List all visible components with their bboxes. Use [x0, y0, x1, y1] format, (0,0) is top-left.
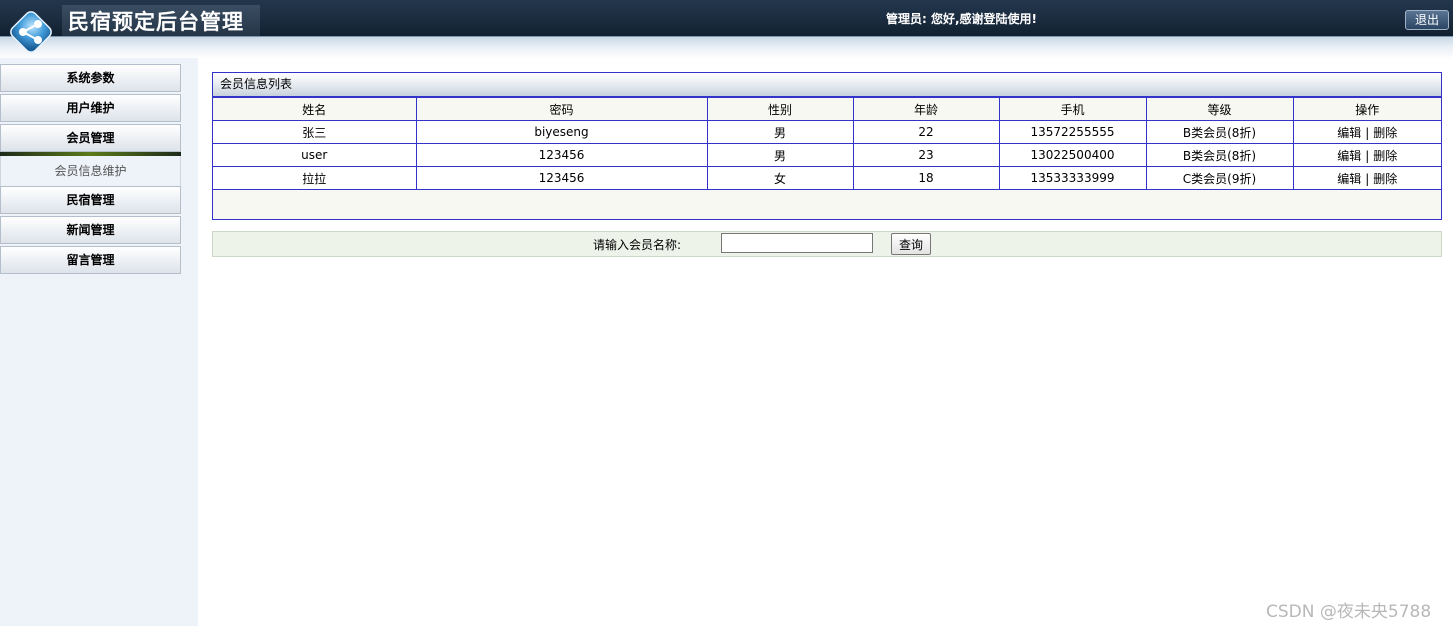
- cell-phone: 13572255555: [998, 120, 1147, 144]
- member-name-search-input[interactable]: [721, 233, 873, 253]
- cell-age: 23: [852, 143, 1000, 167]
- cell-actions: 编辑 | 删除: [1292, 143, 1441, 167]
- cell-age: 22: [852, 120, 1000, 144]
- sidebar-item-homestay-management[interactable]: 民宿管理: [0, 186, 181, 214]
- cell-password: 123456: [415, 166, 708, 190]
- cell-name: 张三: [213, 120, 417, 144]
- search-label: 请输入会员名称:: [593, 238, 682, 252]
- sidebar-item-message-management[interactable]: 留言管理: [0, 246, 181, 274]
- cell-phone: 13533333999: [998, 166, 1147, 190]
- edit-link[interactable]: 编辑: [1337, 126, 1361, 140]
- sidebar-item-member-management[interactable]: 会员管理: [0, 124, 181, 152]
- cell-level: C类会员(9折): [1145, 166, 1294, 190]
- cell-gender: 男: [706, 120, 854, 144]
- sidebar-subitem-member-info[interactable]: 会员信息维护: [0, 156, 181, 186]
- sidebar-menu: 系统参数 用户维护 会员管理 会员信息维护 民宿管理 新闻管理 留言管理: [0, 64, 181, 276]
- cell-password: biyeseng: [415, 120, 708, 144]
- action-separator: |: [1365, 171, 1370, 186]
- column-header-age: 年龄: [852, 97, 1000, 121]
- sidebar-item-news-management[interactable]: 新闻管理: [0, 216, 181, 244]
- table-row: 张三 biyeseng 男 22 13572255555 B类会员(8折) 编辑…: [213, 120, 1441, 144]
- sidebar-item-user-maintenance[interactable]: 用户维护: [0, 94, 181, 122]
- cell-age: 18: [852, 166, 1000, 190]
- cell-gender: 男: [706, 143, 854, 167]
- edit-link[interactable]: 编辑: [1337, 149, 1361, 163]
- delete-link[interactable]: 删除: [1373, 126, 1397, 140]
- cell-password: 123456: [415, 143, 708, 167]
- action-separator: |: [1365, 148, 1370, 163]
- table-row: 拉拉 123456 女 18 13533333999 C类会员(9折) 编辑 | 删…: [213, 166, 1441, 190]
- share-network-icon: [10, 11, 52, 53]
- cell-name: 拉拉: [213, 166, 417, 190]
- sidebar-item-system-params[interactable]: 系统参数: [0, 64, 181, 92]
- panel-title: 会员信息列表: [213, 73, 1441, 97]
- cell-gender: 女: [706, 166, 854, 190]
- column-header-gender: 性别: [706, 97, 854, 121]
- delete-link[interactable]: 删除: [1373, 149, 1397, 163]
- header-sub-band: [0, 36, 1453, 59]
- column-header-phone: 手机: [998, 97, 1147, 121]
- column-header-name: 姓名: [213, 97, 417, 121]
- table-header-row: 姓名 密码 性别 年龄 手机 等级 操作: [213, 97, 1441, 121]
- watermark: CSDN @夜未央5788: [1266, 602, 1432, 622]
- delete-link[interactable]: 删除: [1373, 172, 1397, 186]
- cell-phone: 13022500400: [998, 143, 1147, 167]
- column-header-actions: 操作: [1292, 97, 1441, 121]
- cell-level: B类会员(8折): [1145, 120, 1294, 144]
- action-separator: |: [1365, 125, 1370, 140]
- member-table: 姓名 密码 性别 年龄 手机 等级 操作 张三 biyeseng 男 22 13…: [213, 97, 1441, 190]
- column-header-password: 密码: [415, 97, 708, 121]
- member-list-panel: 会员信息列表 姓名 密码 性别 年龄 手机 等级 操作 张三 biyeseng …: [212, 72, 1442, 220]
- search-bar: 请输入会员名称: 查询: [212, 231, 1442, 257]
- edit-link[interactable]: 编辑: [1337, 172, 1361, 186]
- column-header-level: 等级: [1145, 97, 1294, 121]
- cell-name: user: [213, 143, 417, 167]
- search-button[interactable]: 查询: [891, 233, 931, 255]
- table-row: user 123456 男 23 13022500400 B类会员(8折) 编辑…: [213, 143, 1441, 167]
- logout-button[interactable]: 退出: [1405, 10, 1449, 30]
- admin-greeting: 管理员: 您好,感谢登陆使用!: [886, 12, 1038, 26]
- cell-level: B类会员(8折): [1145, 143, 1294, 167]
- cell-actions: 编辑 | 删除: [1292, 120, 1441, 144]
- app-title: 民宿预定后台管理: [68, 10, 244, 34]
- sidebar: 系统参数 用户维护 会员管理 会员信息维护 民宿管理 新闻管理 留言管理: [0, 58, 198, 626]
- cell-actions: 编辑 | 删除: [1292, 166, 1441, 190]
